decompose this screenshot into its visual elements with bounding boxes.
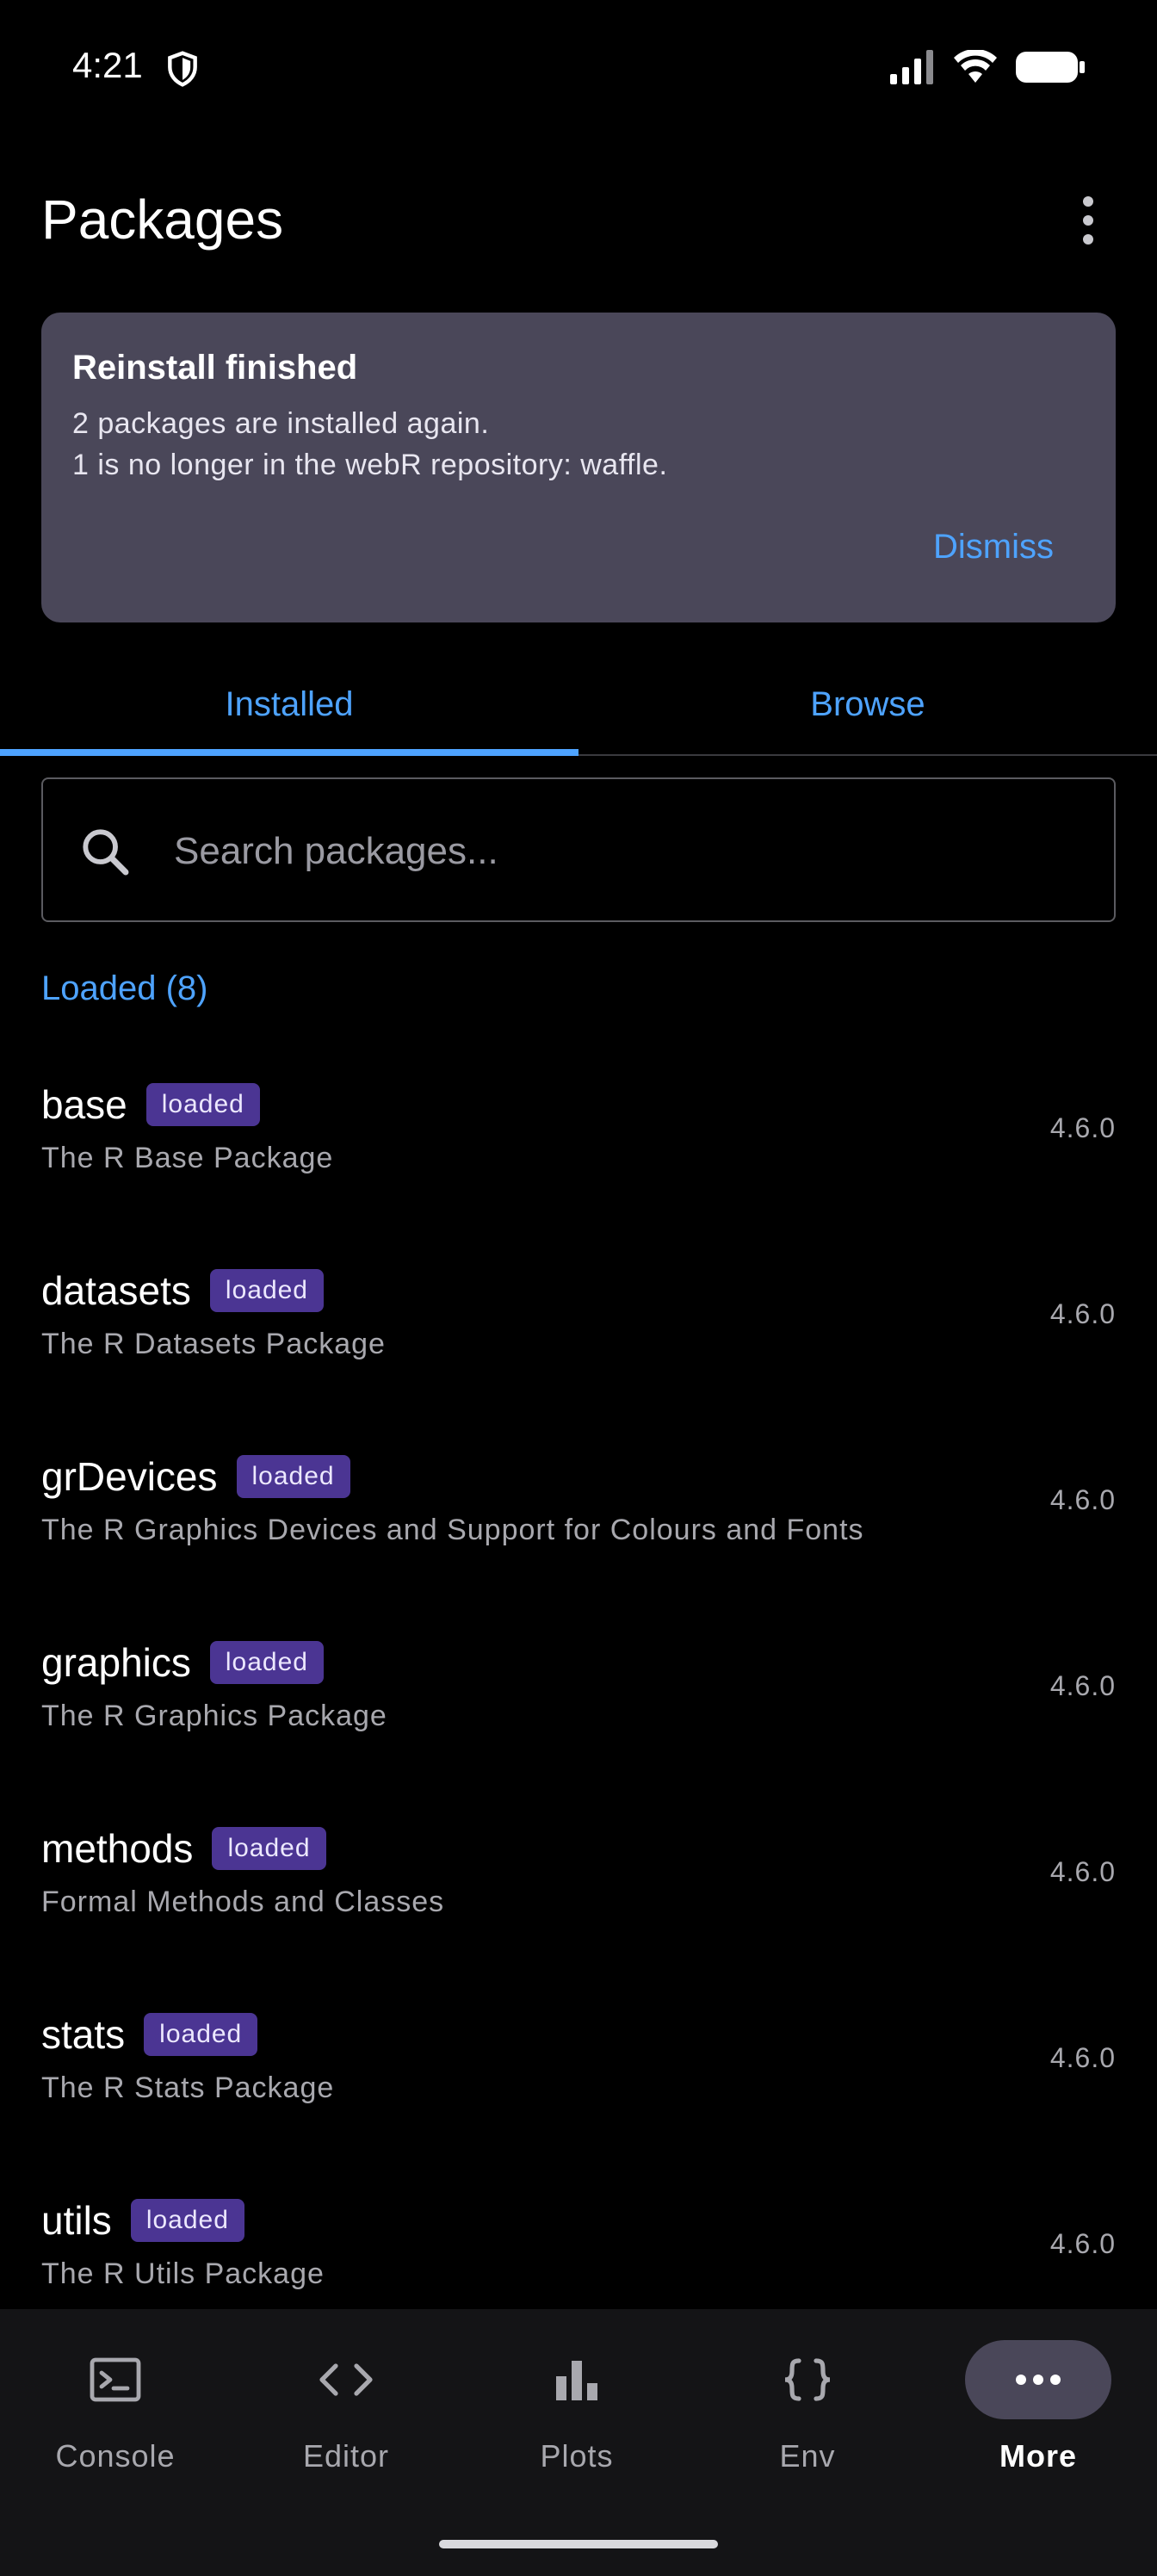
nav-item-console[interactable]: Console	[0, 2309, 231, 2481]
status-time: 4:21	[72, 45, 143, 85]
page-title: Packages	[41, 189, 284, 251]
package-row-stats[interactable]: stats loaded The R Stats Package 4.6.0	[0, 1987, 1157, 2173]
package-version: 4.6.0	[1049, 1856, 1116, 1887]
banner-message-line-2: 1 is no longer in the webR repository: w…	[72, 449, 668, 481]
package-description: Formal Methods and Classes	[41, 1886, 445, 1918]
package-row-methods[interactable]: methods loaded Formal Methods and Classe…	[0, 1801, 1157, 1987]
search-box[interactable]	[41, 777, 1116, 922]
status-badge: loaded	[145, 1083, 260, 1126]
search-input[interactable]	[174, 814, 1069, 889]
status-badge: loaded	[130, 2199, 244, 2242]
more-vertical-icon	[1083, 196, 1093, 207]
tab-indicator	[0, 749, 578, 756]
package-version: 4.6.0	[1049, 1484, 1116, 1515]
nav-label: Env	[779, 2438, 836, 2474]
status-indicators	[890, 50, 1085, 84]
nav-label: More	[999, 2438, 1077, 2474]
bar-chart-icon	[556, 2361, 597, 2400]
package-description: The R Datasets Package	[41, 1328, 386, 1360]
package-description: The R Utils Package	[41, 2257, 325, 2290]
package-version: 4.6.0	[1049, 2228, 1116, 2259]
nav-item-more[interactable]: More	[923, 2309, 1154, 2481]
nav-label: Plots	[540, 2438, 614, 2474]
status-badge: loaded	[144, 2013, 258, 2056]
signal-icon	[890, 50, 933, 84]
package-version: 4.6.0	[1049, 2042, 1116, 2073]
package-list: base loaded The R Base Package 4.6.0 dat…	[0, 1057, 1157, 2359]
home-indicator	[439, 2540, 718, 2548]
search-icon	[83, 829, 129, 876]
package-description: The R Graphics Package	[41, 1700, 387, 1732]
package-row-base[interactable]: base loaded The R Base Package 4.6.0	[0, 1057, 1157, 1243]
package-version: 4.6.0	[1049, 1298, 1116, 1329]
package-row-graphics[interactable]: graphics loaded The R Graphics Package 4…	[0, 1615, 1157, 1801]
package-name: methods	[41, 1826, 194, 1871]
package-description: The R Stats Package	[41, 2071, 335, 2104]
code-icon	[319, 2363, 373, 2396]
package-name: grDevices	[41, 1454, 218, 1499]
overflow-menu-button[interactable]	[1061, 189, 1116, 251]
app-header: Packages	[0, 172, 1157, 267]
package-name: graphics	[41, 1640, 191, 1685]
nav-item-plots[interactable]: Plots	[461, 2309, 692, 2481]
status-badge: loaded	[209, 1269, 324, 1312]
package-description: The R Graphics Devices and Support for C…	[41, 1514, 864, 1546]
status-badge: loaded	[236, 1455, 350, 1498]
package-name: stats	[41, 2012, 126, 2057]
nav-label: Console	[55, 2438, 176, 2474]
wifi-icon	[954, 50, 997, 83]
status-bar: 4:21	[0, 0, 1157, 138]
status-badge: loaded	[212, 1827, 326, 1870]
more-horizontal-icon	[1016, 2375, 1061, 2385]
package-row-grdevices[interactable]: grDevices loaded The R Graphics Devices …	[0, 1429, 1157, 1615]
shield-icon	[168, 51, 197, 87]
reinstall-banner: Reinstall finished 2 packages are instal…	[41, 313, 1116, 622]
battery-icon	[1016, 52, 1085, 83]
bottom-navigation: Console Editor Plots Env More	[0, 2309, 1157, 2576]
package-tabs: Installed Browse	[0, 654, 1157, 756]
terminal-icon	[90, 2357, 141, 2402]
dismiss-button[interactable]: Dismiss	[933, 528, 1054, 567]
package-description: The R Base Package	[41, 1142, 334, 1174]
package-name: datasets	[41, 1268, 191, 1313]
tab-browse[interactable]: Browse	[578, 654, 1157, 754]
nav-item-editor[interactable]: Editor	[231, 2309, 461, 2481]
package-row-datasets[interactable]: datasets loaded The R Datasets Package 4…	[0, 1243, 1157, 1429]
package-name: base	[41, 1082, 127, 1127]
nav-item-env[interactable]: Env	[692, 2309, 923, 2481]
braces-icon	[784, 2358, 831, 2401]
status-badge: loaded	[209, 1641, 324, 1684]
nav-label: Editor	[302, 2438, 390, 2474]
package-version: 4.6.0	[1049, 1670, 1116, 1701]
section-title-loaded: Loaded (8)	[41, 969, 208, 1007]
package-version: 4.6.0	[1049, 1112, 1116, 1143]
banner-message-line-1: 2 packages are installed again.	[72, 407, 490, 440]
banner-title: Reinstall finished	[72, 349, 358, 387]
tab-installed[interactable]: Installed	[0, 654, 578, 754]
package-name: utils	[41, 2198, 112, 2243]
